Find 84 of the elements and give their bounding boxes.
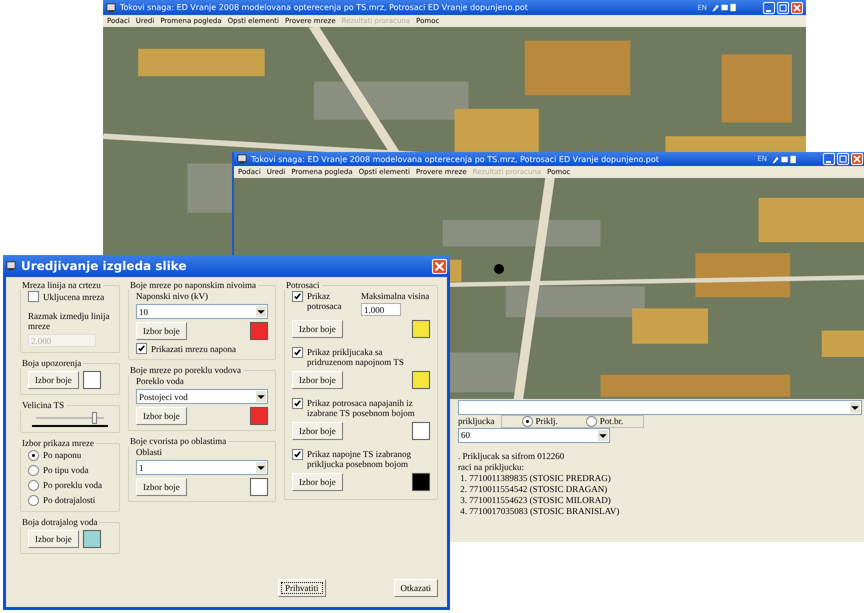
minimize-icon — [766, 10, 771, 12]
field-label: Maksimalna visina — [361, 291, 430, 301]
checkbox-label[interactable]: Prikaz prikljucaka sa pridruzenom napojnom TS — [307, 347, 430, 367]
cancel-button[interactable]: Otkazati — [394, 579, 438, 597]
info-line: 3. 7710011554623 (STOSIC MILORAD) — [459, 495, 612, 506]
radio-label[interactable]: Pot.br. — [600, 416, 624, 426]
checkbox[interactable] — [292, 398, 303, 409]
info-line: raci na prikljucku: — [458, 462, 525, 473]
dialog-title: Uredjivanje izgleda slike — [21, 259, 188, 273]
minimize-button[interactable] — [763, 2, 775, 14]
height-field[interactable]: 1.000 — [361, 303, 401, 316]
info-line: 1. 7710011389835 (STOSIC PREDRAG) — [459, 473, 612, 484]
color-button[interactable]: Izbor boje — [292, 422, 343, 440]
area-combo[interactable]: 1 — [136, 460, 268, 475]
checkbox-label[interactable]: Prikaz napojne TS izabranog prikljucka posebnom bojom — [307, 449, 430, 469]
group-title: Boje cvorista po oblastima — [129, 436, 228, 446]
voltage-combo[interactable]: 10 — [136, 304, 268, 319]
color-button[interactable]: Izbor boje — [28, 530, 79, 548]
app-icon — [6, 261, 16, 271]
ok-button[interactable]: Prihvatiti — [278, 579, 326, 597]
maximize-button[interactable] — [837, 153, 849, 165]
maximize-icon — [778, 2, 788, 12]
color-button[interactable]: Izbor boje — [292, 473, 343, 491]
checkbox-label[interactable]: Prikaz potrosaca — [307, 291, 351, 311]
origin-combo[interactable]: Postojeci vod — [136, 389, 268, 404]
radio-label[interactable]: Priklj. — [536, 416, 558, 426]
close-button[interactable] — [432, 258, 447, 274]
group-title: Izbor prikaza mreze — [21, 438, 95, 448]
search-combo[interactable]: 60 — [458, 428, 610, 442]
info-line: 2. 7710011554542 (STOSIC DRAGAN) — [459, 484, 608, 495]
size-slider[interactable] — [32, 411, 108, 427]
field-label: prikljucka — [458, 416, 494, 426]
checkbox-label[interactable]: Prikazati mrezu napona — [151, 344, 236, 354]
slider-thumb[interactable] — [92, 412, 97, 424]
tray-icons[interactable] — [771, 154, 799, 164]
checkbox[interactable] — [136, 343, 147, 354]
radio-button[interactable] — [586, 416, 597, 426]
field-label: Razmak izmedju linija mreze — [28, 311, 110, 331]
info-line: 4. 7710017035083 (STOSIC BRANISLAV) — [459, 506, 620, 517]
group-title: Boje mreze po naponskim nivoima — [129, 280, 257, 290]
radio-label[interactable]: Po dotrajalosti — [43, 495, 96, 505]
minimize-button[interactable] — [823, 153, 835, 165]
radio-button[interactable] — [522, 416, 532, 426]
color-button[interactable]: Izbor boje — [136, 407, 187, 425]
color-button[interactable]: Izbor boje — [292, 320, 343, 338]
app-icon — [237, 154, 247, 164]
info-line: . Prikljucak sa sifrom 012260 — [458, 451, 566, 462]
field-label: Poreklo voda — [136, 376, 185, 386]
window-title: Tokovi snaga: ED Vranje 2008 modelovana opterecenja po TS.mrz, Potrosaci ED Vranje dopunjeno.pot — [251, 154, 660, 164]
checkbox[interactable] — [292, 291, 303, 302]
radio-label[interactable]: Po tipu voda — [43, 465, 89, 475]
maximize-icon — [838, 154, 848, 164]
maximize-button[interactable] — [777, 2, 789, 14]
field-label: Naponski nivo (kV) — [136, 291, 209, 301]
color-button[interactable]: Izbor boje — [136, 478, 187, 496]
minimize-icon — [826, 161, 831, 163]
radio-label[interactable]: Po naponu — [43, 450, 82, 460]
group-title: Boja dotrajalog voda — [21, 517, 98, 527]
field-label: Oblasti — [136, 447, 163, 457]
checkbox[interactable] — [292, 449, 303, 460]
color-button[interactable]: Izbor boje — [28, 371, 79, 389]
group-title: Potrosaci — [285, 280, 320, 290]
checkbox[interactable] — [292, 347, 303, 358]
radio-button[interactable] — [28, 450, 39, 460]
dropdown-field[interactable] — [458, 400, 862, 414]
close-icon — [852, 154, 862, 164]
color-button[interactable]: Izbor boje — [292, 371, 343, 389]
close-button[interactable] — [851, 153, 863, 165]
radio-button[interactable] — [28, 494, 39, 506]
checkbox-label[interactable]: Prikaz potrosaca napajanih iz izabrane TS posebnom bojom — [307, 398, 430, 418]
tray-icons[interactable] — [711, 3, 739, 12]
close-button[interactable] — [791, 2, 803, 14]
group-title: Velicina TS — [21, 400, 66, 410]
radio-button[interactable] — [28, 464, 39, 476]
color-button[interactable]: Izbor boje — [136, 322, 187, 340]
radio-button[interactable] — [28, 480, 39, 490]
group-title: Boje mreze po poreklu vodova — [129, 365, 242, 375]
group-title: Mreza linija na crtezu — [21, 280, 102, 290]
close-icon — [792, 2, 802, 12]
close-icon — [433, 260, 446, 272]
window-title: Tokovi snaga: ED Vranje 2008 modelovana opterecenja po TS.mrz, Potrosaci ED Vranje dopunjeno.pot — [120, 3, 529, 12]
group-title: Boja upozorenja — [21, 358, 82, 368]
radio-label[interactable]: Po poreklu voda — [43, 480, 102, 490]
app-icon — [106, 2, 116, 12]
